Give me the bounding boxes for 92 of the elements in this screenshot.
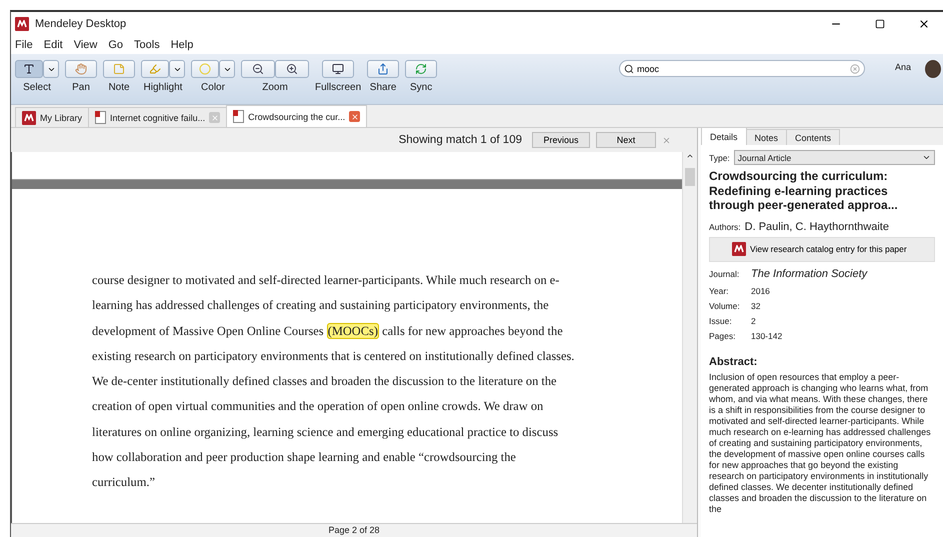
text-line: existing research on participatory environments that is centered on institutionally defined classes.	[92, 348, 576, 365]
tool-button[interactable]	[241, 60, 275, 78]
tool-button[interactable]	[322, 60, 354, 78]
menu-item[interactable]: Go	[108, 39, 124, 51]
tool-label: Sync	[410, 82, 432, 93]
field-value: 2	[751, 316, 756, 326]
mendeley-logo-icon	[732, 242, 746, 256]
tool-label: Color	[201, 82, 225, 93]
note-icon	[113, 63, 125, 75]
window-title: Mendeley Desktop	[35, 18, 128, 30]
text-line: development of Massive Open Online Courses (MOOCs) calls for new approaches beyond the	[92, 324, 564, 341]
menu-item[interactable]: Tools	[134, 39, 160, 51]
field-value: The Information Society	[751, 268, 868, 280]
type-dropdown[interactable]: Journal Article	[734, 150, 935, 165]
caret-icon	[922, 153, 931, 162]
close-icon[interactable]	[662, 136, 671, 144]
close-tab-icon[interactable]	[209, 112, 220, 123]
menu-item[interactable]: Help	[170, 39, 194, 51]
zoom-in-icon	[286, 63, 298, 75]
menu-item[interactable]: View	[74, 39, 98, 51]
abstract-heading: Abstract:	[709, 356, 758, 368]
field-label: Pages:	[709, 330, 736, 340]
field-label: Issue:	[709, 316, 733, 326]
find-button[interactable]: Previous	[532, 132, 590, 148]
tool-label: Note	[108, 82, 130, 93]
tool-label: Pan	[72, 82, 90, 93]
zoom-out-icon	[252, 63, 264, 75]
document-title: Crowdsourcing the curriculum: Redefining e-learning practices through peer-generated approa...	[709, 169, 899, 212]
match-status: Showing match 1 of 109	[398, 134, 522, 146]
dropdown-button[interactable]	[219, 60, 235, 78]
authors-value: D. Paulin, C. Haythornthwaite	[744, 220, 889, 232]
document-tab[interactable]: Crowdsourcing the cur...	[226, 105, 368, 127]
hand-icon	[75, 63, 87, 75]
field-label: Journal:	[709, 268, 740, 278]
text-line: course designer to motivated and self-directed learner-participants. While much research on e-	[92, 273, 560, 289]
field-value: 2016	[751, 286, 770, 296]
abstract-text: Inclusion of open resources that employ a peer-generated approach is changing who learns what, from whom, and via what means. With these changes, there is a shift in responsibilities from the course designer to motivated and self-directed learner-participants. While much research on e-learning has addressed challenges of creating and sustaining participatory environments, the development of massive open online courses calls for new approaches that go beyond the existing research on participatory environments in institutionally defined classes. We decenter institutionally defined classes and broaden the discussion to the literature on the	[709, 372, 932, 514]
text-line: learning has addressed challenges of creating and sustaining participatory environments, the	[92, 298, 550, 314]
scrollbar[interactable]	[682, 152, 697, 523]
tool-label: Select	[23, 82, 51, 93]
tool-label: Fullscreen	[315, 82, 362, 93]
field-value: 32	[751, 300, 760, 310]
catalog-button[interactable]: View research catalog entry for this paper	[709, 236, 935, 262]
sync-icon	[415, 63, 428, 75]
tab-label: Crowdsourcing the cur...	[248, 112, 346, 122]
mendeley-logo-icon	[22, 110, 36, 124]
dropdown-button[interactable]	[169, 60, 185, 78]
find-button[interactable]: Next	[596, 132, 656, 148]
menu-item[interactable]: File	[15, 39, 33, 51]
close-tab-icon[interactable]	[349, 111, 360, 122]
field-label: Authors:	[709, 222, 741, 232]
tool-button[interactable]	[15, 60, 43, 78]
text-line: how collaboration and peer production shape learning and enable “crowdsourcing the	[92, 450, 517, 466]
text-line: creation of open virtual communities and the operation of open online crowds. We draw on	[92, 399, 544, 416]
field-label: Type:	[709, 152, 730, 162]
maximize-icon	[875, 19, 885, 29]
field-label: Volume:	[709, 300, 741, 310]
document-tab[interactable]: My Library	[15, 107, 90, 127]
tool-button[interactable]	[275, 60, 309, 78]
clear-icon[interactable]	[850, 64, 860, 74]
circle-icon	[199, 63, 211, 75]
tool-label: Share	[370, 82, 396, 93]
text-line: We de-center institutionally defined classes and broaden the discussion to the literature on the	[92, 374, 558, 390]
scroll-up-icon[interactable]	[686, 152, 694, 160]
search-field[interactable]: mooc	[618, 60, 865, 77]
field-label: Year:	[709, 286, 730, 296]
text-line: literatures on online organizing, learning science and emerging educational practice to discuss	[92, 424, 560, 441]
search-icon	[624, 64, 634, 74]
text-line: curriculum.”	[92, 475, 156, 492]
page-status: Page 2 of 28	[328, 525, 380, 536]
tool-label: Zoom	[262, 82, 288, 93]
tab-label: My Library	[40, 112, 82, 122]
search-input[interactable]: mooc	[636, 64, 847, 74]
menu-item[interactable]: Edit	[44, 39, 63, 51]
panel-tab[interactable]: Contents	[786, 129, 840, 145]
highlighter-icon	[149, 63, 161, 75]
text-cursor-icon	[23, 63, 35, 75]
close-icon	[918, 18, 930, 30]
pdf-icon	[95, 111, 106, 124]
share-icon	[377, 63, 390, 75]
panel-tab[interactable]: Details	[701, 127, 747, 145]
mendeley-logo-icon	[15, 17, 29, 31]
user-name: Ana	[894, 62, 911, 72]
pdf-icon	[233, 110, 244, 123]
monitor-icon	[332, 63, 344, 75]
tab-label: Internet cognitive failu...	[110, 112, 206, 122]
tool-label: Highlight	[144, 82, 182, 93]
avatar[interactable]	[925, 60, 941, 78]
document-tab[interactable]: Internet cognitive failu...	[88, 107, 228, 127]
field-value: 130-142	[751, 330, 782, 340]
dropdown-button[interactable]	[43, 60, 59, 78]
scroll-thumb[interactable]	[685, 168, 695, 186]
